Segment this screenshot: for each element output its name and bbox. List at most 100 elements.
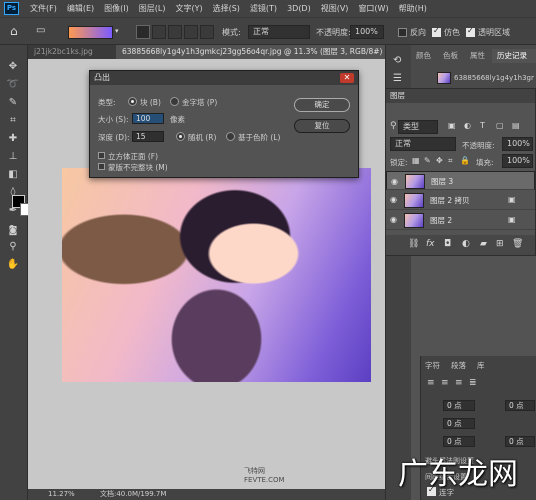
reverse-checkbox[interactable]	[398, 28, 407, 37]
crop-tool-icon[interactable]: ⌗	[0, 113, 26, 129]
quick-mask-icon[interactable]: ◙	[0, 223, 26, 239]
lock-transparent-icon[interactable]: ▦	[412, 156, 420, 165]
zoom-level[interactable]: 11.27%	[48, 489, 75, 500]
ok-button[interactable]: 确定	[294, 98, 350, 112]
tab-character[interactable]: 字符	[425, 360, 440, 371]
menu-view[interactable]: 视图(V)	[316, 3, 354, 14]
lock-all-icon[interactable]: 🔒	[460, 156, 470, 165]
filter-smart-icon[interactable]: ▤	[512, 121, 520, 130]
adjust-panel-icon[interactable]: ☰	[393, 73, 402, 84]
lock-pixel-icon[interactable]: ✎	[424, 156, 431, 165]
eye-icon[interactable]: ◉	[390, 195, 399, 204]
lasso-tool-icon[interactable]: ➰	[0, 77, 26, 93]
menu-edit[interactable]: 编辑(E)	[62, 3, 99, 14]
canvas-photo[interactable]	[62, 168, 371, 382]
reflected-gradient-button[interactable]	[184, 25, 198, 39]
hand-tool-icon[interactable]: ✋	[0, 257, 26, 273]
size-label: 大小 (S):	[98, 115, 129, 124]
justify-icon[interactable]: ≣	[469, 378, 477, 388]
transparency-checkbox[interactable]	[466, 26, 475, 37]
mask-incomplete-label: 蒙版不完整块 (M)	[108, 163, 168, 172]
link-icon[interactable]: ⛓	[408, 239, 419, 249]
add-mask-icon[interactable]: ◘	[444, 239, 451, 249]
tab-history[interactable]: 历史记录	[492, 49, 536, 63]
diamond-gradient-button[interactable]	[200, 25, 214, 39]
first-line-indent-input[interactable]: 0 点	[443, 418, 475, 429]
blend-mode-select[interactable]: 正常	[390, 137, 456, 151]
gradient-tool-icon[interactable]: ▭	[36, 25, 45, 36]
align-center-icon[interactable]: ≡	[441, 378, 449, 388]
menu-window[interactable]: 窗口(W)	[353, 3, 393, 14]
doc-tab-1[interactable]: j21jk2bc1ks.jpg	[28, 45, 114, 59]
group-icon[interactable]: ▰	[480, 239, 487, 249]
eraser-tool-icon[interactable]: ◧	[0, 167, 26, 183]
mask-incomplete-checkbox[interactable]	[98, 163, 105, 170]
tab-properties[interactable]: 属性	[465, 49, 490, 63]
layer-filter-select[interactable]: 类型	[398, 120, 438, 134]
menu-layer[interactable]: 图层(L)	[134, 3, 171, 14]
radial-gradient-button[interactable]	[152, 25, 166, 39]
type-block-radio[interactable]	[128, 97, 137, 106]
history-panel-icon[interactable]: ⟲	[393, 55, 401, 66]
layer-row[interactable]: ◉ 图层 3	[386, 171, 535, 190]
angle-gradient-button[interactable]	[168, 25, 182, 39]
move-tool-icon[interactable]: ✥	[0, 59, 26, 75]
linear-gradient-button[interactable]	[136, 25, 150, 39]
lock-artboard-icon[interactable]: ⌗	[448, 156, 453, 166]
space-before-input[interactable]: 0 点	[443, 436, 475, 447]
dither-checkbox[interactable]	[432, 26, 441, 37]
solid-front-checkbox[interactable]	[98, 152, 105, 159]
doc-tab-2[interactable]: 63885668ly1g4y1h3gmkcj23gg56o4qr.jpg @ 1…	[116, 45, 383, 59]
chevron-down-icon[interactable]: ▾	[115, 27, 119, 35]
menu-filter[interactable]: 滤镜(T)	[245, 3, 282, 14]
depth-input[interactable]: 15	[132, 131, 164, 142]
zoom-tool-icon[interactable]: ⚲	[0, 239, 26, 255]
random-radio[interactable]	[176, 132, 185, 141]
indent-left-input[interactable]: 0 点	[443, 400, 475, 411]
filter-type-icon[interactable]: T	[480, 121, 485, 130]
menu-type[interactable]: 文字(Y)	[170, 3, 207, 14]
menu-file[interactable]: 文件(F)	[25, 3, 62, 14]
close-icon[interactable]: ✕	[340, 73, 354, 83]
tab-swatches[interactable]: 色板	[438, 49, 463, 63]
quick-select-tool-icon[interactable]: ✎	[0, 95, 26, 111]
layer-opacity-input[interactable]: 100%	[502, 137, 533, 151]
layer-row[interactable]: ◉ 图层 2 拷贝 ▣	[386, 191, 535, 210]
eye-icon[interactable]: ◉	[390, 215, 399, 224]
menu-image[interactable]: 图像(I)	[99, 3, 134, 14]
level-radio[interactable]	[226, 132, 235, 141]
doc-size[interactable]: 文档:40.0M/199.7M	[100, 489, 166, 500]
align-right-icon[interactable]: ≡	[455, 378, 463, 388]
level-label: 基于色阶 (L)	[238, 133, 281, 142]
history-item[interactable]: 63885668ly1g4y1h3gmkcj...	[454, 74, 534, 82]
filter-adjust-icon[interactable]: ◐	[464, 121, 471, 130]
reset-button[interactable]: 复位	[294, 119, 350, 133]
healing-brush-tool-icon[interactable]: ✚	[0, 131, 26, 147]
space-after-input[interactable]: 0 点	[505, 436, 535, 447]
tab-paragraph[interactable]: 段落	[451, 360, 466, 371]
trash-icon[interactable]: 🗑	[512, 239, 523, 249]
filter-shape-icon[interactable]: ▢	[496, 121, 504, 130]
align-left-icon[interactable]: ≡	[427, 378, 435, 388]
new-layer-icon[interactable]: ⊞	[496, 239, 504, 249]
clone-stamp-tool-icon[interactable]: ⊥	[0, 149, 26, 165]
tab-color[interactable]: 颜色	[411, 49, 436, 63]
size-input[interactable]: 100	[132, 113, 164, 124]
eye-icon[interactable]: ◉	[391, 176, 400, 188]
filter-pixel-icon[interactable]: ▣	[448, 121, 456, 130]
opacity-input[interactable]: 100%	[350, 25, 384, 39]
menu-help[interactable]: 帮助(H)	[394, 3, 432, 14]
layer-row[interactable]: ◉ 图层 2 ▣	[386, 211, 535, 230]
indent-right-input[interactable]: 0 点	[505, 400, 535, 411]
type-pyramid-radio[interactable]	[170, 97, 179, 106]
tab-library[interactable]: 库	[477, 360, 485, 371]
menu-3d[interactable]: 3D(D)	[282, 4, 316, 13]
menu-select[interactable]: 选择(S)	[208, 3, 245, 14]
gradient-swatch[interactable]	[68, 26, 113, 39]
adjustment-layer-icon[interactable]: ◐	[462, 239, 470, 249]
home-icon[interactable]: ⌂	[10, 24, 18, 38]
lock-position-icon[interactable]: ✥	[436, 156, 443, 165]
fx-icon[interactable]: fx	[426, 239, 435, 249]
fill-input[interactable]: 100%	[502, 154, 533, 168]
mode-select[interactable]: 正常	[248, 25, 310, 39]
